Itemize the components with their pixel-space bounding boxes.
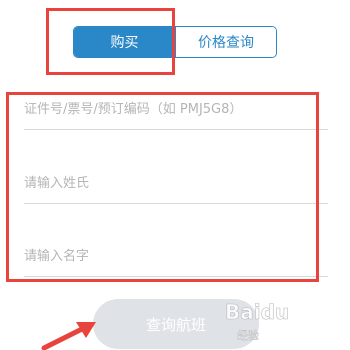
red-arrow-icon xyxy=(41,322,96,350)
highlight-box-buy-tab xyxy=(46,8,175,75)
screen: 购买 价格查询 查询航班 Baidu 经验 xyxy=(0,0,350,350)
tab-price-query[interactable]: 价格查询 xyxy=(175,27,276,57)
highlight-box-form xyxy=(6,92,319,282)
search-flights-button[interactable]: 查询航班 xyxy=(93,299,259,349)
